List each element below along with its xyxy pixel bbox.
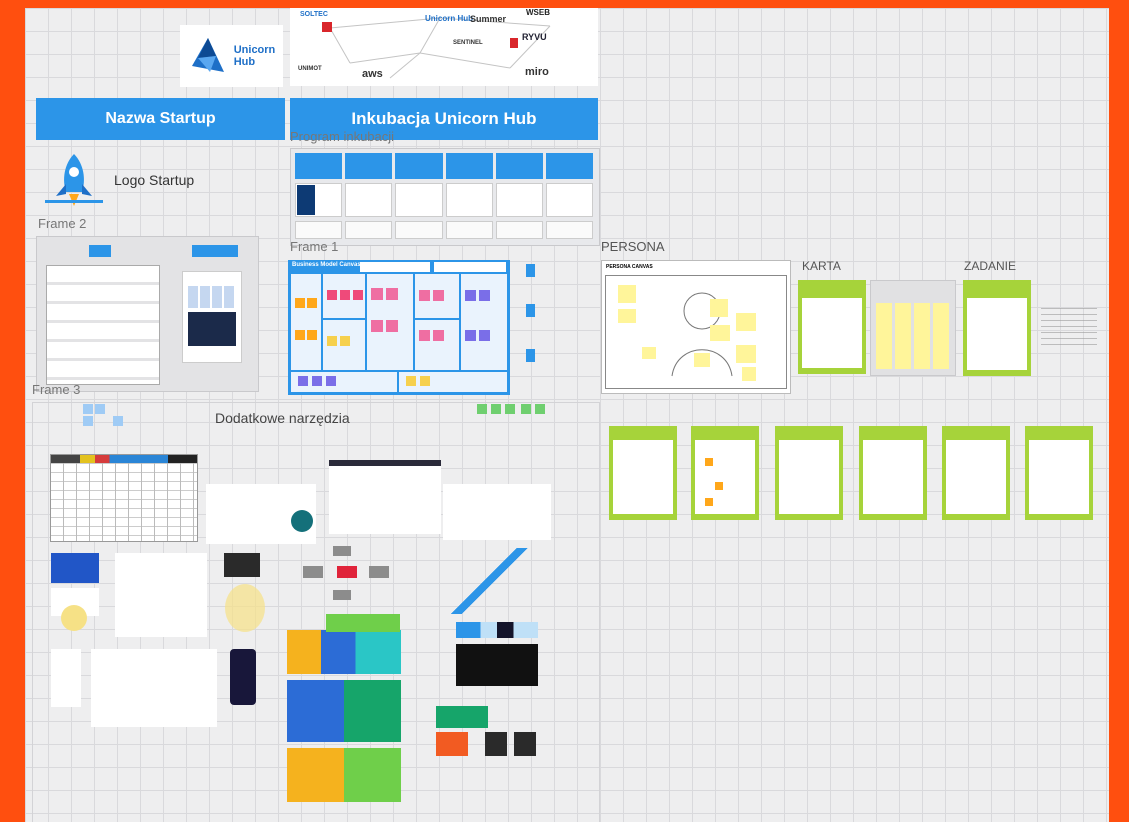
partner-logo: Unicorn Hub: [425, 14, 473, 23]
green-mini-board[interactable]: [436, 706, 488, 728]
partner-logo: WSEB: [526, 8, 550, 17]
frame3-label: Frame 3: [32, 382, 81, 397]
program-step[interactable]: [395, 153, 443, 179]
green-card[interactable]: [1025, 426, 1093, 520]
whiteboard-canvas[interactable]: Unicorn Hub SOLTEC Unicorn Hub Summer WS…: [25, 8, 1109, 822]
colored-board[interactable]: [326, 614, 400, 632]
bmc-title: Business Model Canvas: [292, 262, 361, 268]
partner-logo: miro: [525, 66, 549, 78]
program-label: Program inkubacji: [290, 129, 395, 144]
business-model-canvas[interactable]: Business Model Canvas: [288, 260, 510, 395]
zadanie-label: ZADANIE: [964, 259, 1017, 273]
startup-name-header[interactable]: Nazwa Startup: [36, 98, 285, 140]
partner-logo: Summer: [470, 14, 507, 24]
staircase-diagram[interactable]: [445, 548, 559, 614]
colored-board[interactable]: [287, 630, 401, 674]
dark-mini-board[interactable]: [485, 732, 507, 756]
persona-label: PERSONA: [601, 239, 665, 254]
mini-board[interactable]: [91, 649, 217, 727]
dark-board[interactable]: [456, 622, 538, 638]
mini-board[interactable]: [51, 649, 81, 707]
program-step[interactable]: [445, 153, 493, 179]
partner-mark: [322, 22, 332, 32]
program-step[interactable]: [345, 153, 393, 179]
dark-board[interactable]: [456, 644, 538, 686]
partner-logo: aws: [362, 68, 383, 80]
karta-card[interactable]: [798, 280, 866, 374]
colored-board[interactable]: [287, 748, 401, 802]
frame1-label: Frame 1: [290, 239, 339, 254]
zadanie-note: [1041, 308, 1097, 348]
brand-name-line2: Hub: [233, 56, 256, 68]
brand-name-line1: Unicorn: [233, 44, 276, 56]
tools-label: Dodatkowe narzędzia: [215, 410, 350, 426]
side-sticky[interactable]: [526, 349, 535, 362]
partner-logo: SOLTEC: [300, 11, 328, 18]
logo-startup-label: Logo Startup: [114, 172, 195, 188]
dark-mini-board[interactable]: [514, 732, 536, 756]
flow-diagram[interactable]: [303, 546, 389, 602]
frame2-table[interactable]: [46, 265, 160, 385]
persona-canvas-title: PERSONA CANVAS: [606, 264, 653, 270]
green-card[interactable]: [942, 426, 1010, 520]
green-card[interactable]: [609, 426, 677, 520]
frame2-label: Frame 2: [38, 216, 87, 231]
gantt-table[interactable]: [50, 454, 198, 542]
frame2-button[interactable]: [89, 245, 111, 257]
partner-logo: RYVU: [522, 32, 547, 42]
frame2-button[interactable]: [192, 245, 238, 257]
mini-board-phone[interactable]: [230, 649, 256, 705]
program-step[interactable]: [545, 153, 594, 179]
mini-board[interactable]: [115, 553, 207, 637]
mini-board-blue[interactable]: [51, 553, 99, 583]
partners-collage: SOLTEC Unicorn Hub Summer WSEB RYVU aws …: [290, 8, 598, 86]
program-frame[interactable]: [290, 148, 600, 246]
side-sticky[interactable]: [526, 304, 535, 317]
partner-logo: SENTINEL: [453, 40, 483, 46]
side-sticky[interactable]: [526, 264, 535, 277]
frame2[interactable]: [36, 236, 259, 392]
colored-board[interactable]: [287, 680, 401, 742]
partner-mark: [510, 38, 518, 48]
karta-label: KARTA: [802, 259, 841, 273]
program-step[interactable]: [495, 153, 543, 179]
zadanie-card[interactable]: [963, 280, 1031, 376]
partner-logo: UNIMOT: [298, 66, 322, 72]
unicorn-hub-logo: Unicorn Hub: [180, 25, 283, 87]
green-card[interactable]: [775, 426, 843, 520]
green-card[interactable]: [859, 426, 927, 520]
table-board[interactable]: [443, 484, 551, 540]
mini-board-dark[interactable]: [224, 553, 260, 577]
program-step[interactable]: [295, 153, 343, 179]
unicorn-icon: [191, 38, 224, 72]
kanban-board[interactable]: [329, 460, 441, 534]
orange-mini-board[interactable]: [436, 732, 468, 756]
green-card[interactable]: [691, 426, 759, 520]
karta-stickies-frame[interactable]: [870, 280, 956, 376]
rocket-icon: [45, 154, 103, 206]
persona-canvas[interactable]: PERSONA CANVAS: [601, 260, 791, 394]
